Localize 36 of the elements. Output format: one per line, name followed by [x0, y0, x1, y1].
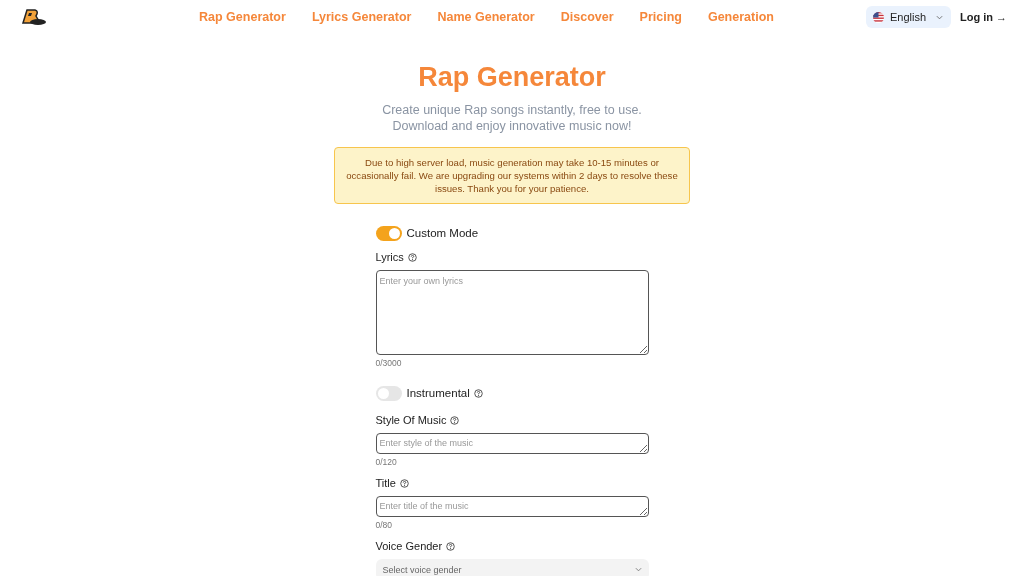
logo-icon[interactable] — [21, 8, 47, 26]
help-icon — [473, 388, 483, 398]
field-label: Title — [375, 477, 396, 489]
lyrics-field[interactable]: Enter your own lyrics — [375, 270, 649, 355]
login-link[interactable]: Log in → — [959, 11, 1007, 23]
subtitle-line: Create unique Rap songs instantly, free to use. — [382, 103, 642, 117]
nav-link[interactable]: Rap Generator — [199, 10, 286, 24]
help-icon — [399, 478, 409, 488]
toggle-switch[interactable] — [375, 225, 402, 241]
flag-icon — [872, 11, 884, 23]
help-icon — [407, 252, 417, 262]
field-label: Voice Gender — [375, 540, 443, 552]
help-icon — [446, 541, 456, 551]
char-count: 0/120 — [375, 457, 398, 467]
subtitle-line: Download and enjoy innovative music now! — [392, 118, 632, 133]
field-label: Lyrics — [375, 251, 404, 263]
char-count: 0/3000 — [375, 358, 403, 368]
voice-gender-select[interactable]: Select voice gender — [375, 559, 649, 576]
input-field[interactable]: Enter title of the music — [375, 496, 649, 517]
input-field[interactable]: Enter style of the music — [375, 433, 649, 454]
toggle-switch[interactable] — [375, 385, 402, 401]
help-icon — [450, 415, 460, 425]
language-select[interactable]: English — [865, 6, 951, 28]
notice-banner: Due to high server load, music generation may take 10-15 minutes or occasionally fail. We are upgrading our systems within 2 days to resolve these issues. Thank you for your patience. — [334, 147, 690, 204]
nav-link[interactable]: Pricing — [639, 10, 682, 24]
nav-link[interactable]: Generation — [707, 10, 774, 24]
char-count: 0/80 — [375, 520, 394, 530]
chevron-down-icon — [935, 14, 943, 20]
nav-link[interactable]: Discover — [560, 10, 614, 24]
chevron-down-icon — [634, 567, 642, 572]
field-label: Style Of Music — [375, 414, 447, 426]
nav-link[interactable]: Lyrics Generator — [311, 10, 412, 24]
nav-link[interactable]: Name Generator — [437, 10, 535, 24]
toggle-label: Instrumental — [406, 387, 470, 399]
toggle-label: Custom Mode — [406, 227, 479, 239]
page-title: Rap Generator — [418, 62, 606, 93]
